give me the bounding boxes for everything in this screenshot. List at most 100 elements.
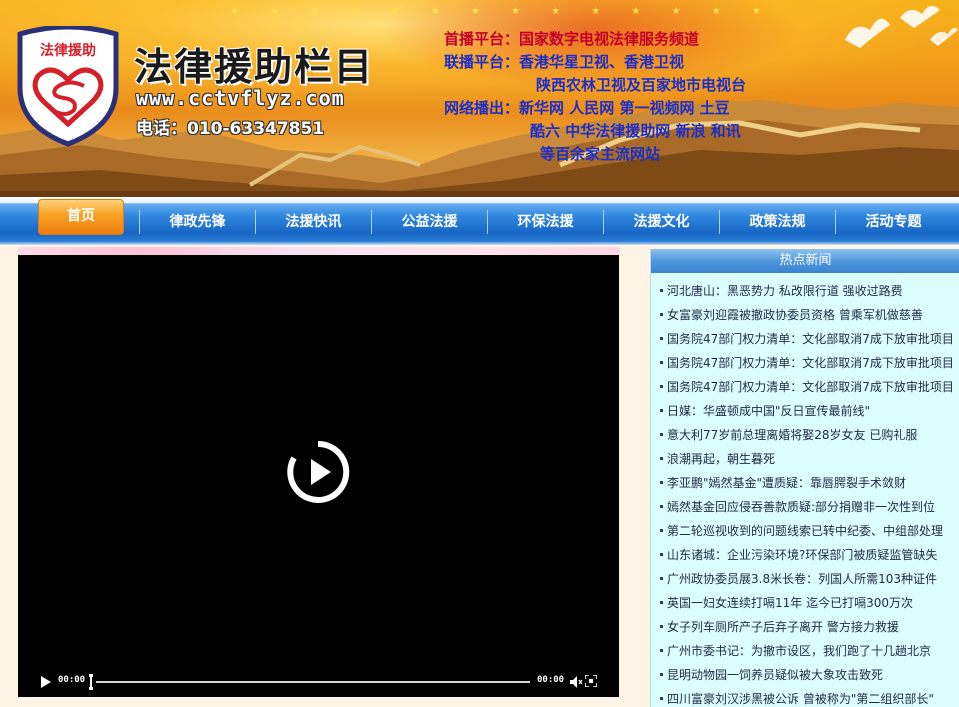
bullet-icon [660,313,663,316]
site-title: 法律援助栏目 [134,45,375,89]
news-item[interactable]: 四川富豪刘汉涉黑被公诉 曾被称为"第二组织部长" [651,687,958,707]
nav-item-env-aid[interactable]: 环保法援 [488,209,603,235]
hot-news-title: 热点新闻 [651,249,959,273]
bullet-icon [660,553,663,556]
nav-item-lvzheng[interactable]: 律政先锋 [140,209,255,235]
hot-news-list: 河北唐山：黑恶势力 私改限行道 强收过路费 女富豪刘迎霞被撤政协委员资格 曾乘军… [651,279,959,707]
nav-item-events[interactable]: 活动专题 [836,209,951,235]
legal-aid-shield-logo: 法律援助 [17,26,119,147]
bullet-icon [660,433,663,436]
news-item[interactable]: 女富豪刘迎霞被撤政协委员资格 曾乘军机做慈善 [651,303,958,327]
news-link[interactable]: 国务院47部门权力清单：文化部取消7成下放审批项目 [667,380,954,394]
news-item[interactable]: 日媒：华盛顿成中国"反日宣传最前线" [651,399,958,423]
news-link[interactable]: 女子列车厕所产子后弃子离开 警方接力救援 [667,620,899,634]
bullet-icon [660,649,663,652]
bullet-icon [660,577,663,580]
platform-label: 网络播出： [444,99,520,117]
news-link[interactable]: 国务院47部门权力清单：文化部取消7成下放审批项目 [667,356,954,370]
news-link[interactable]: 嫣然基金回应侵吞善款质疑:部分捐赠非一次性到位 [667,500,935,514]
video-player[interactable]: 00:00 00:00 [18,255,619,697]
bullet-icon [660,697,663,700]
news-link[interactable]: 广州市委书记：为撤市设区，我们跑了十几趟北京 [667,644,931,658]
play-icon[interactable] [286,440,350,504]
platform-row: 网络播出：新华网 人民网 第一视频网 土豆 [444,97,746,120]
page: ★ ★ ★ ★ ★ ★ ★ ★ ★ ★ ★ ★ ★ ★ 法律援助 法律援助栏目 … [0,0,959,707]
news-item[interactable]: 广州市委书记：为撤市设区，我们跑了十几趟北京 [651,639,958,663]
news-link[interactable]: 四川富豪刘汉涉黑被公诉 曾被称为"第二组织部长" [667,692,934,706]
bullet-icon [660,385,663,388]
header-banner: ★ ★ ★ ★ ★ ★ ★ ★ ★ ★ ★ ★ ★ ★ 法律援助 法律援助栏目 … [0,0,959,197]
player-top-strip [18,247,620,255]
nav-item-public-aid[interactable]: 公益法援 [372,209,487,235]
bullet-icon [660,625,663,628]
platform-label: 联播平台： [444,53,520,71]
news-item[interactable]: 昆明动物园一饲养员疑似被大象攻击致死 [651,663,958,687]
current-time: 00:00 [58,675,86,685]
nav-home[interactable]: 首页 [38,199,124,235]
news-item[interactable]: 山东诸城：企业污染环境?环保部门被质疑监管缺失 [651,543,958,567]
total-time: 00:00 [537,675,565,685]
column-gap [620,245,650,707]
news-link[interactable]: 日媒：华盛顿成中国"反日宣传最前线" [667,404,870,418]
news-item[interactable]: 国务院47部门权力清单：文化部取消7成下放审批项目 [651,375,958,399]
fullscreen-icon[interactable] [585,675,597,687]
news-link[interactable]: 山东诸城：企业污染环境?环保部门被质疑监管缺失 [667,548,937,562]
player-controls: 00:00 00:00 [18,669,619,695]
broadcast-platforms: 首播平台：国家数字电视法律服务频道 联播平台：香港华星卫视、香港卫视 陕西农林卫… [444,28,746,166]
hot-news-panel: 热点新闻 河北唐山：黑恶势力 私改限行道 强收过路费 女富豪刘迎霞被撤政协委员资… [650,249,959,707]
doves-decoration [845,5,958,48]
news-item[interactable]: 国务院47部门权力清单：文化部取消7成下放审批项目 [651,351,958,375]
bullet-icon [660,673,663,676]
bullet-icon [660,481,663,484]
news-link[interactable]: 女富豪刘迎霞被撤政协委员资格 曾乘军机做慈善 [667,308,923,322]
bullet-icon [660,505,663,508]
news-link[interactable]: 意大利77岁前总理离婚将娶28岁女友 已购礼服 [667,428,917,442]
volume-icon[interactable] [569,675,583,689]
news-link[interactable]: 第二轮巡视收到的问题线索已转中纪委、中组部处理 [667,524,943,538]
site-url: www.cctvflyz.com [136,86,345,110]
platform-value: 新华网 人民网 第一视频网 土豆 [519,99,730,117]
progress-track[interactable] [96,681,530,683]
news-item[interactable]: 广州政协委员展3.8米长卷：列国人所需103种证件 [651,567,958,591]
platform-row: 等百余家主流网站 [444,143,746,166]
nav-item-culture[interactable]: 法援文化 [604,209,719,235]
stars-decoration: ★ ★ ★ ★ ★ ★ ★ ★ ★ ★ ★ ★ ★ ★ [230,6,775,17]
nav-item-policy[interactable]: 政策法规 [720,209,835,235]
platform-value: 酷六 中华法律援助网 新浪 和讯 [530,122,741,140]
news-link[interactable]: 广州政协委员展3.8米长卷：列国人所需103种证件 [667,572,937,586]
news-item[interactable]: 浪潮再起，朝生暮死 [651,447,958,471]
news-link[interactable]: 李亚鹏"嫣然基金"遭质疑：靠唇腭裂手术敛财 [667,476,906,490]
news-item[interactable]: 嫣然基金回应侵吞善款质疑:部分捐赠非一次性到位 [651,495,958,519]
platform-value: 等百余家主流网站 [540,145,661,163]
platform-value: 陕西农林卫视及百家地市电视台 [536,76,747,94]
platform-row: 酷六 中华法律援助网 新浪 和讯 [444,120,746,143]
scrubber-handle[interactable] [89,674,93,690]
bullet-icon [660,601,663,604]
news-link[interactable]: 英国一妇女连续打嗝11年 迄今已打嗝300万次 [667,596,913,610]
bullet-icon [660,409,663,412]
nav-item-fayuan-news[interactable]: 法援快讯 [256,209,371,235]
control-play-icon[interactable] [40,675,52,689]
news-link[interactable]: 昆明动物园一饲养员疑似被大象攻击致死 [667,668,883,682]
platform-value: 国家数字电视法律服务频道 [519,30,700,48]
bullet-icon [660,337,663,340]
platform-label: 首播平台： [444,30,520,48]
platform-row: 陕西农林卫视及百家地市电视台 [444,74,746,97]
news-item[interactable]: 英国一妇女连续打嗝11年 迄今已打嗝300万次 [651,591,958,615]
news-item[interactable]: 国务院47部门权力清单：文化部取消7成下放审批项目 [651,327,958,351]
news-item[interactable]: 河北唐山：黑恶势力 私改限行道 强收过路费 [651,279,958,303]
bullet-icon [660,457,663,460]
platform-value: 香港华星卫视、香港卫视 [519,53,685,71]
bullet-icon [660,289,663,292]
bullet-icon [660,361,663,364]
news-item[interactable]: 女子列车厕所产子后弃子离开 警方接力救援 [651,615,958,639]
news-link[interactable]: 河北唐山：黑恶势力 私改限行道 强收过路费 [667,284,903,298]
news-item[interactable]: 第二轮巡视收到的问题线索已转中纪委、中组部处理 [651,519,958,543]
news-link[interactable]: 浪潮再起，朝生暮死 [667,452,775,466]
news-item[interactable]: 李亚鹏"嫣然基金"遭质疑：靠唇腭裂手术敛财 [651,471,958,495]
news-link[interactable]: 国务院47部门权力清单：文化部取消7成下放审批项目 [667,332,954,346]
logo-text: 法律援助 [40,42,96,59]
news-item[interactable]: 意大利77岁前总理离婚将娶28岁女友 已购礼服 [651,423,958,447]
site-phone: 电话：010-63347851 [136,119,325,139]
platform-row: 首播平台：国家数字电视法律服务频道 [444,28,746,51]
